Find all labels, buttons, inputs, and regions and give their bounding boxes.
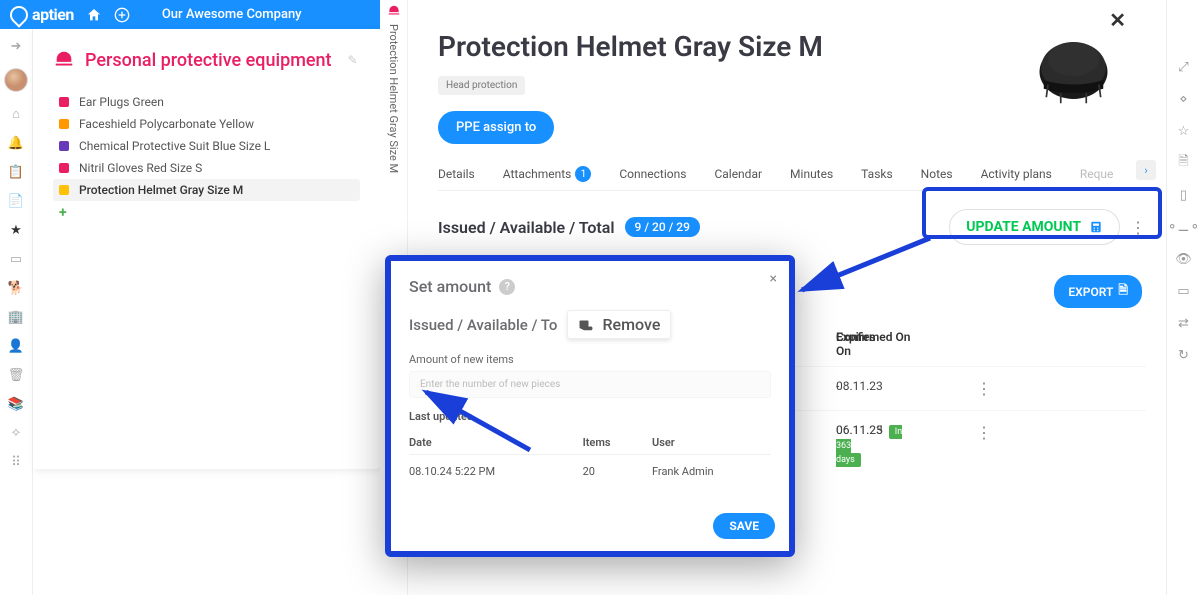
star-outline-icon[interactable]: ☆ (1177, 124, 1191, 138)
tab-tasks[interactable]: Tasks (861, 166, 893, 182)
kebab-menu-icon[interactable]: ⋮ (1130, 218, 1146, 237)
avatar[interactable] (4, 68, 28, 92)
add-item-button[interactable]: + (53, 201, 360, 225)
edit-pencil-icon[interactable]: ✎ (348, 53, 358, 67)
list-item-label: Chemical Protective Suit Blue Size L (79, 139, 270, 153)
list-item-selected[interactable]: Protection Helmet Gray Size M (53, 179, 360, 201)
issued-summary: Issued / Available / Total 9 / 20 / 29 U… (438, 209, 1146, 245)
issued-label: Issued / Available / Total (438, 218, 615, 237)
tab-activity-plans[interactable]: Activity plans (981, 166, 1052, 182)
page-icon[interactable]: ▯ (1177, 188, 1191, 202)
grid-icon[interactable]: ⠿ (9, 455, 23, 469)
doc-icon[interactable]: 🗎 (1177, 156, 1191, 170)
updates-header: Date Items User (409, 431, 771, 455)
list-item[interactable]: Chemical Protective Suit Blue Size L (53, 135, 360, 157)
star-icon[interactable]: ★ (9, 223, 23, 237)
remove-chip[interactable]: Remove (567, 310, 671, 339)
list-item-label: Protection Helmet Gray Size M (79, 183, 243, 197)
tab-requests[interactable]: Reque (1080, 166, 1114, 182)
helmet-header-icon (53, 49, 75, 71)
tab-minutes[interactable]: Minutes (790, 166, 833, 182)
share-icon[interactable]: ⚬⚊⚬ (1177, 220, 1191, 234)
swap-icon[interactable]: ⇄ (1177, 316, 1191, 330)
hand-remove-icon (578, 318, 596, 332)
category-badge: Head protection (438, 76, 525, 95)
clipboard-icon[interactable]: 📄 (9, 194, 23, 208)
modal-close-icon[interactable]: × (770, 271, 777, 287)
home-rail-icon[interactable]: ⌂ (9, 107, 23, 121)
enter-icon[interactable]: ➜ (9, 39, 23, 53)
set-amount-modal: × Set amount ? Issued / Available / To R… (385, 255, 795, 557)
list-item[interactable]: Nitril Gloves Red Size S (53, 157, 360, 179)
section-header: Personal protective equipment ✎ (33, 49, 380, 86)
vstrip-title: Protection Helmet Gray Size M (387, 24, 400, 173)
logo[interactable]: aptien (10, 5, 74, 24)
tab-connections[interactable]: Connections (619, 166, 686, 182)
assign-button[interactable]: PPE assign to (438, 111, 554, 144)
home-icon[interactable] (86, 7, 102, 23)
tab-notes[interactable]: Notes (921, 166, 953, 182)
trash-icon[interactable]: 🗑 (9, 368, 23, 382)
last-updates-label: Last updates (409, 410, 771, 423)
update-amount-button[interactable]: UPDATE AMOUNT (949, 209, 1120, 245)
book-icon[interactable]: 📚 (9, 397, 23, 411)
issued-count-badge: 9 / 20 / 29 (625, 217, 700, 237)
helmet-image (1031, 25, 1116, 110)
row-kebab-icon[interactable]: ⋮ (976, 423, 1006, 465)
tabs: Details Attachments1 Connections Calenda… (438, 166, 1146, 191)
eye-icon[interactable]: 👁 (1177, 252, 1191, 266)
list-item-label: Ear Plugs Green (79, 95, 164, 109)
calendar-icon[interactable]: 📋 (9, 165, 23, 179)
tab-calendar[interactable]: Calendar (714, 166, 762, 182)
plus-circle-icon[interactable] (114, 7, 130, 23)
donate-icon[interactable]: ✧ (9, 426, 23, 440)
modal-title: Set amount ? (409, 277, 771, 296)
card-icon[interactable]: ▭ (1177, 284, 1191, 298)
item-list: Ear Plugs Green Faceshield Polycarbonate… (33, 86, 380, 230)
top-header: aptien Our Awesome Company (0, 0, 380, 29)
puzzle-icon[interactable]: ⋄ (1177, 92, 1191, 106)
updates-row: 08.10.24 5:22 PM 20 Frank Admin (409, 455, 771, 488)
bell-icon[interactable]: 🔔 (9, 136, 23, 150)
person-icon[interactable]: 👤 (9, 339, 23, 353)
amount-input[interactable] (409, 371, 771, 398)
helmet-strip-icon (387, 4, 401, 18)
horse-icon[interactable]: 🐕 (9, 281, 23, 295)
calculator-icon (1089, 220, 1103, 234)
save-button[interactable]: SAVE (713, 513, 775, 539)
left-rail: ➜ ⌂ 🔔 📋 📄 ★ ▭ 🐕 🏢 👤 🗑 📚 ✧ ⠿ (0, 29, 33, 595)
list-item[interactable]: Faceshield Polycarbonate Yellow (53, 113, 360, 135)
tabs-scroll-right-icon[interactable]: › (1136, 160, 1156, 180)
row-kebab-icon[interactable]: ⋮ (976, 379, 1006, 398)
help-icon[interactable]: ? (499, 279, 515, 295)
tab-details[interactable]: Details (438, 166, 475, 182)
file-icon[interactable]: ▭ (9, 252, 23, 266)
list-item-label: Nitril Gloves Red Size S (79, 161, 202, 175)
field-label: Amount of new items (409, 353, 771, 366)
right-rail: ⤢ ⋄ ☆ 🗎 ▯ ⚬⚊⚬ 👁 ▭ ⇄ ↻ (1166, 0, 1200, 595)
expand-icon[interactable]: ⤢ (1177, 60, 1191, 74)
export-button[interactable]: EXPORT 🗎 (1054, 275, 1142, 308)
refresh-icon[interactable]: ↻ (1177, 348, 1191, 362)
building-icon[interactable]: 🏢 (9, 310, 23, 324)
attachment-count: 1 (575, 166, 591, 182)
section-title: Personal protective equipment (85, 50, 332, 71)
company-name[interactable]: Our Awesome Company (162, 7, 302, 22)
list-item[interactable]: Ear Plugs Green (53, 91, 360, 113)
col-confirmed: Confirmed On (836, 330, 976, 358)
list-item-label: Faceshield Polycarbonate Yellow (79, 117, 254, 131)
modal-subtitle: Issued / Available / To Remove (409, 310, 771, 339)
tab-attachments[interactable]: Attachments1 (503, 166, 592, 182)
item-list-panel: Personal protective equipment ✎ Ear Plug… (33, 29, 380, 469)
